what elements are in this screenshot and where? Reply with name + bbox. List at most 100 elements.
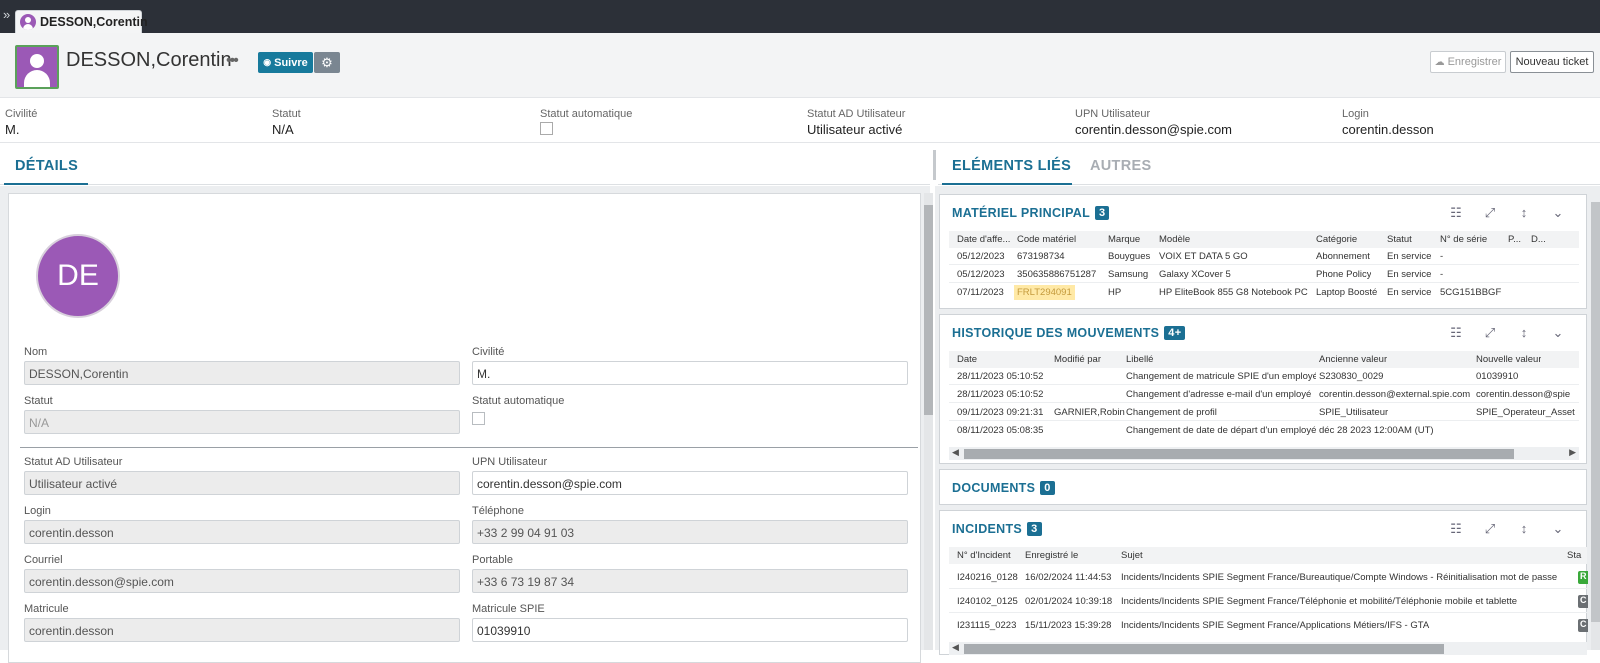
right-tab-bar: ELÉMENTS LIÉS AUTRES [938,143,1600,185]
details-scrollbar-thumb[interactable] [924,205,933,415]
civilite-select[interactable]: M. [472,361,908,385]
matricule-input[interactable]: corentin.desson [24,618,460,642]
historique-table-header: Date Modifié par Libellé Ancienne valeur… [949,351,1579,368]
table-row[interactable]: 07/11/2023 FRLT294091 HP HP EliteBook 85… [949,284,1579,301]
table-row[interactable]: I240216_0128 16/02/2024 11:44:53 Inciden… [949,566,1588,589]
materiel-table-header: Date d'affe... Code matériel Marque Modè… [949,231,1579,248]
expand-icon[interactable]: ⤢ [1482,205,1498,221]
statut-ad-input[interactable]: Utilisateur activé [24,471,460,495]
tab-details-underline [4,183,88,185]
upn-input[interactable]: corentin.desson@spie.com [472,471,908,495]
field-telephone: Téléphone +33 2 99 04 91 03 [472,505,908,544]
user-photo [15,45,59,89]
summary-statut-ad: Statut AD Utilisateur Utilisateur activé [807,108,906,137]
documents-title[interactable]: DOCUMENTS 0 [952,481,1055,495]
incidents-card: INCIDENTS 3 ☷ ⤢ ↕ ⌄ N° d'Incident Enregi… [939,510,1588,655]
table-row[interactable]: I240102_0125 02/01/2024 10:39:18 Inciden… [949,590,1588,613]
incidents-horizontal-scrollbar[interactable]: ◀ [949,642,1587,655]
new-ticket-button[interactable]: Nouveau ticket [1510,51,1594,73]
scroll-left-icon[interactable]: ◀ [952,447,959,458]
table-row[interactable]: 05/12/2023 673198734 Bouygues VOIX ET DA… [949,248,1579,265]
historique-horizontal-scrollbar[interactable]: ◀ ▶ [949,447,1579,460]
field-courriel: Courriel corentin.desson@spie.com [24,554,460,593]
scroll-right-icon[interactable]: ▶ [1569,447,1576,458]
follow-button[interactable]: ◉ Suivre [258,52,313,73]
expand-icon[interactable]: ⤢ [1482,521,1498,537]
incidents-scrollbar-thumb[interactable] [964,644,1444,654]
summary-civilite: Civilité M. [5,108,38,137]
documents-card: DOCUMENTS 0 [939,469,1587,505]
incidents-toolbar: ☷ ⤢ ↕ ⌄ [1448,521,1566,537]
summary-strip: Civilité M. Statut N/A Statut automatiqu… [0,98,1600,143]
telephone-input[interactable]: +33 2 99 04 91 03 [472,520,908,544]
nom-input[interactable]: DESSON,Corentin [24,361,460,385]
historique-scrollbar-thumb[interactable] [964,449,1514,459]
resize-vertical-icon[interactable]: ↕ [1516,205,1532,221]
record-tab[interactable]: DESSON,Corentin [15,10,148,33]
linked-elements-scrollbar-thumb[interactable] [1591,202,1600,622]
columns-icon[interactable]: ☷ [1448,325,1464,341]
gear-icon[interactable]: ⚙ [314,52,340,73]
historique-title[interactable]: HISTORIQUE DES MOUVEMENTS 4+ [952,326,1186,340]
incidents-table-header: N° d'Incident Enregistré le Sujet Sta [949,547,1587,564]
materiel-toolbar: ☷ ⤢ ↕ ⌄ [1448,205,1566,221]
summary-statut-automatique: Statut automatique [540,108,632,135]
left-tab-bar: DÉTAILS [0,143,930,185]
chevron-down-icon[interactable]: ⌄ [1550,521,1566,537]
matricule-spie-input[interactable]: 01039910 [472,618,908,642]
panel-divider[interactable] [933,150,936,180]
scroll-left-icon[interactable]: ◀ [952,642,959,653]
table-row[interactable]: 08/11/2023 05:08:35 Changement de date d… [949,422,1579,439]
materiel-title[interactable]: MATÉRIEL PRINCIPAL 3 [952,206,1110,220]
resize-vertical-icon[interactable]: ↕ [1516,521,1532,537]
field-matricule-spie: Matricule SPIE 01039910 [472,603,908,642]
field-upn: UPN Utilisateur corentin.desson@spie.com [472,456,908,495]
field-statut-automatique: Statut automatique [472,395,564,425]
expand-icon[interactable]: ⤢ [1482,325,1498,341]
field-matricule: Matricule corentin.desson [24,603,460,642]
record-title: DESSON,Corentin [66,49,232,71]
table-row[interactable]: 28/11/2023 05:10:52 Changement d'adresse… [949,386,1579,403]
tab-details[interactable]: DÉTAILS [15,158,78,174]
status-badge: R [1578,571,1588,584]
rss-icon: ◉ [263,57,272,67]
tab-autres[interactable]: AUTRES [1090,158,1151,174]
statut-input[interactable]: N/A [24,410,460,434]
columns-icon[interactable]: ☷ [1448,205,1464,221]
cloud-upload-icon: ☁ [1434,56,1445,68]
record-tab-label: DESSON,Corentin [40,15,148,29]
chevron-down-icon[interactable]: ⌄ [1550,205,1566,221]
field-login: Login corentin.desson [24,505,460,544]
details-scrollbar[interactable] [924,193,933,650]
portable-input[interactable]: +33 6 73 19 87 34 [472,569,908,593]
save-button[interactable]: ☁ Enregistrer [1430,51,1506,73]
linked-elements-scrollbar[interactable] [1591,202,1600,650]
table-row[interactable]: I231115_0223 15/11/2023 15:39:28 Inciden… [949,614,1588,637]
login-input[interactable]: corentin.desson [24,520,460,544]
statut-automatique-checkbox-field[interactable] [472,412,485,425]
status-badge: C [1578,595,1588,608]
chevron-down-icon[interactable]: ⌄ [1550,325,1566,341]
historique-count-badge: 4+ [1164,326,1186,340]
incidents-title[interactable]: INCIDENTS 3 [952,522,1042,536]
tab-elements-lies[interactable]: ELÉMENTS LIÉS [952,158,1071,174]
table-row[interactable]: 05/12/2023 350635886751287 Samsung Galax… [949,266,1579,283]
field-civilite: Civilité M. [472,346,908,385]
columns-icon[interactable]: ☷ [1448,521,1464,537]
user-initials-avatar: DE [36,234,120,318]
resize-vertical-icon[interactable]: ↕ [1516,325,1532,341]
summary-upn: UPN Utilisateur corentin.desson@spie.com [1075,108,1232,137]
tab-elements-lies-underline [942,183,1072,185]
table-row[interactable]: 09/11/2023 09:21:31 GARNIER,Robin Change… [949,404,1579,421]
more-options-icon[interactable]: ••• [226,53,239,69]
highlighted-code[interactable]: FRLT294091 [1014,285,1075,300]
top-bar: » DESSON,Corentin [0,0,1600,33]
record-header: DESSON,Corentin ••• ◉ Suivre ⚙ ☁ Enregis… [0,33,1600,98]
documents-count-badge: 0 [1040,481,1055,495]
summary-statut: Statut N/A [272,108,301,137]
incidents-count-badge: 3 [1027,522,1042,536]
expand-icon[interactable]: » [3,8,10,21]
courriel-input[interactable]: corentin.desson@spie.com [24,569,460,593]
table-row[interactable]: 28/11/2023 05:10:52 Changement de matric… [949,368,1579,385]
field-statut-ad: Statut AD Utilisateur Utilisateur activé [24,456,460,495]
